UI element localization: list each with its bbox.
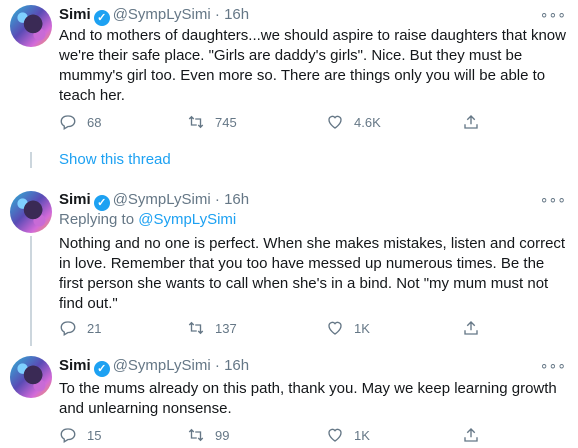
author-name[interactable]: Simi: [59, 191, 91, 208]
thread-line: [30, 236, 32, 346]
retweet-button[interactable]: 99: [187, 426, 229, 444]
reply-count: 15: [87, 427, 102, 443]
share-icon: [464, 115, 478, 129]
separator-dot: ·: [214, 357, 220, 374]
tweet-text: And to mothers of daughters...we should …: [59, 27, 566, 104]
author-handle[interactable]: @SympLySimi: [113, 357, 211, 374]
tweet-header: Simi ✓ @SympLySimi · 16h: [59, 356, 249, 377]
tweet-3[interactable]: Simi ✓ @SympLySimi · 16h ∘∘∘ To the mums a…: [0, 353, 578, 448]
tweet-text: Nothing and no one is perfect. When she …: [59, 235, 566, 312]
tweet-text: To the mums already on this path, thank …: [59, 380, 557, 417]
separator-dot: ·: [214, 191, 220, 208]
like-count: 1K: [354, 320, 370, 336]
like-count: 1K: [354, 427, 370, 443]
author-handle[interactable]: @SympLySimi: [113, 191, 211, 208]
show-thread-link[interactable]: Show this thread: [59, 151, 171, 168]
tweet-actions: 21 137 1K: [59, 319, 499, 339]
reply-button[interactable]: 21: [59, 319, 101, 337]
author-name[interactable]: Simi: [59, 6, 91, 23]
avatar[interactable]: [10, 5, 52, 47]
tweet-2[interactable]: Simi ✓ @SympLySimi · 16h ∘∘∘ Replying to @…: [0, 186, 578, 346]
reply-icon: [60, 321, 76, 336]
thread-connector-line: [30, 152, 32, 168]
timestamp[interactable]: 16h: [224, 6, 249, 23]
tweet-actions: 15 99 1K: [59, 426, 499, 446]
replying-to-handle[interactable]: @SympLySimi: [138, 211, 236, 228]
retweet-count: 137: [215, 320, 237, 336]
heart-icon: [328, 428, 342, 442]
retweet-icon: [188, 428, 204, 442]
tweet-header: Simi ✓ @SympLySimi · 16h: [59, 5, 249, 26]
verified-badge-icon: ✓: [93, 195, 110, 211]
retweet-count: 745: [215, 114, 237, 130]
like-button[interactable]: 4.6K: [326, 113, 381, 131]
reply-button[interactable]: 68: [59, 113, 101, 131]
author-name[interactable]: Simi: [59, 357, 91, 374]
timestamp[interactable]: 16h: [224, 191, 249, 208]
heart-icon: [328, 321, 342, 335]
verified-badge-icon: ✓: [93, 10, 110, 26]
author-handle[interactable]: @SympLySimi: [113, 6, 211, 23]
tweet-1[interactable]: Simi ✓ @SympLySimi · 16h ∘∘∘ And to mother…: [0, 0, 578, 146]
replying-to-label: Replying to: [59, 211, 139, 228]
timestamp[interactable]: 16h: [224, 357, 249, 374]
share-icon: [464, 428, 478, 442]
share-button[interactable]: [462, 319, 490, 337]
retweet-icon: [188, 321, 204, 335]
retweet-icon: [188, 115, 204, 129]
retweet-button[interactable]: 137: [187, 319, 237, 337]
tweet-actions: 68 745 4.6K: [59, 113, 499, 133]
more-options-icon[interactable]: ∘∘∘: [540, 6, 566, 23]
reply-button[interactable]: 15: [59, 426, 101, 444]
reply-icon: [60, 428, 76, 443]
replying-to: Replying to @SympLySimi: [59, 210, 236, 230]
share-button[interactable]: [462, 426, 490, 444]
avatar[interactable]: [10, 191, 52, 233]
share-icon: [464, 321, 478, 335]
like-count: 4.6K: [354, 114, 381, 130]
tweet-header: Simi ✓ @SympLySimi · 16h: [59, 190, 249, 211]
like-button[interactable]: 1K: [326, 319, 370, 337]
more-options-icon[interactable]: ∘∘∘: [540, 357, 566, 374]
avatar[interactable]: [10, 356, 52, 398]
like-button[interactable]: 1K: [326, 426, 370, 444]
share-button[interactable]: [462, 113, 490, 131]
reply-count: 68: [87, 114, 102, 130]
verified-badge-icon: ✓: [93, 361, 110, 377]
heart-icon: [328, 115, 342, 129]
reply-icon: [60, 115, 76, 130]
separator-dot: ·: [214, 6, 220, 23]
retweet-count: 99: [215, 427, 230, 443]
more-options-icon[interactable]: ∘∘∘: [540, 191, 566, 208]
reply-count: 21: [87, 320, 102, 336]
retweet-button[interactable]: 745: [187, 113, 237, 131]
